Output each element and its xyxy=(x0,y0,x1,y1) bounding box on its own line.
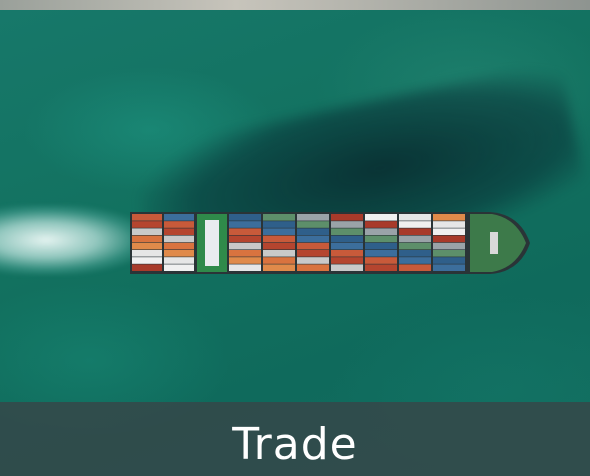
deck-container xyxy=(263,228,295,235)
deck-container xyxy=(164,221,194,228)
deck-container xyxy=(399,250,431,257)
deck-container xyxy=(229,250,261,257)
deck-container xyxy=(164,257,194,264)
deck-container xyxy=(365,242,397,250)
deck-container xyxy=(164,228,194,235)
deck-container xyxy=(229,257,261,264)
deck-container xyxy=(164,214,194,221)
deck-container xyxy=(365,257,397,264)
deck-container xyxy=(365,235,397,243)
deck-container xyxy=(433,257,465,264)
deck-container xyxy=(297,242,329,250)
deck-container xyxy=(132,235,162,243)
deck-container xyxy=(164,235,194,243)
deck-container xyxy=(365,221,397,228)
deck-container xyxy=(132,250,162,257)
deck-container xyxy=(365,250,397,257)
deck-container xyxy=(399,235,431,243)
deck-container xyxy=(164,264,194,271)
deck-container xyxy=(229,235,261,243)
deck-container xyxy=(365,228,397,235)
deck-container xyxy=(297,228,329,235)
deck-container xyxy=(297,221,329,228)
deck-container xyxy=(365,264,397,271)
deck-container xyxy=(433,235,465,243)
deck-container xyxy=(297,264,329,271)
deck-container xyxy=(132,257,162,264)
deck-container xyxy=(331,235,363,243)
deck-container xyxy=(229,264,261,271)
deck-container xyxy=(433,228,465,235)
deck-container xyxy=(229,221,261,228)
deck-container xyxy=(331,264,363,271)
deck-container xyxy=(263,235,295,243)
deck-container xyxy=(399,257,431,264)
deck-container xyxy=(399,242,431,250)
deck-container xyxy=(331,250,363,257)
deck-container xyxy=(331,221,363,228)
deck-container xyxy=(132,214,162,221)
deck-container xyxy=(132,221,162,228)
deck-container xyxy=(433,242,465,250)
deck-container xyxy=(365,214,397,221)
deck-container xyxy=(297,214,329,221)
deck-container xyxy=(331,257,363,264)
deck-container xyxy=(263,214,295,221)
deck-container xyxy=(132,242,162,250)
deck-container xyxy=(331,242,363,250)
deck-container xyxy=(229,242,261,250)
deck-container xyxy=(164,242,194,250)
top-image-strip xyxy=(0,0,590,10)
deck-container xyxy=(229,228,261,235)
deck-container xyxy=(297,250,329,257)
deck-container xyxy=(331,228,363,235)
deck-container xyxy=(132,228,162,235)
deck-container xyxy=(263,221,295,228)
deck-container xyxy=(433,214,465,221)
card-caption: Trade xyxy=(232,418,358,470)
deck-container xyxy=(399,214,431,221)
deck-container xyxy=(229,214,261,221)
caption-bar: Trade xyxy=(0,402,590,476)
deck-container xyxy=(263,250,295,257)
deck-container xyxy=(399,221,431,228)
deck-container xyxy=(263,264,295,271)
deck-container xyxy=(331,214,363,221)
deck-container xyxy=(263,257,295,264)
deck-container xyxy=(297,257,329,264)
deck-container xyxy=(297,235,329,243)
deck-container xyxy=(433,250,465,257)
deck-container xyxy=(164,250,194,257)
deck-container xyxy=(399,264,431,271)
deck-container xyxy=(399,228,431,235)
deck-container xyxy=(263,242,295,250)
trade-card[interactable]: Trade xyxy=(0,0,590,476)
deck-container xyxy=(433,221,465,228)
deck-container xyxy=(132,264,162,271)
deck-container xyxy=(433,264,465,271)
